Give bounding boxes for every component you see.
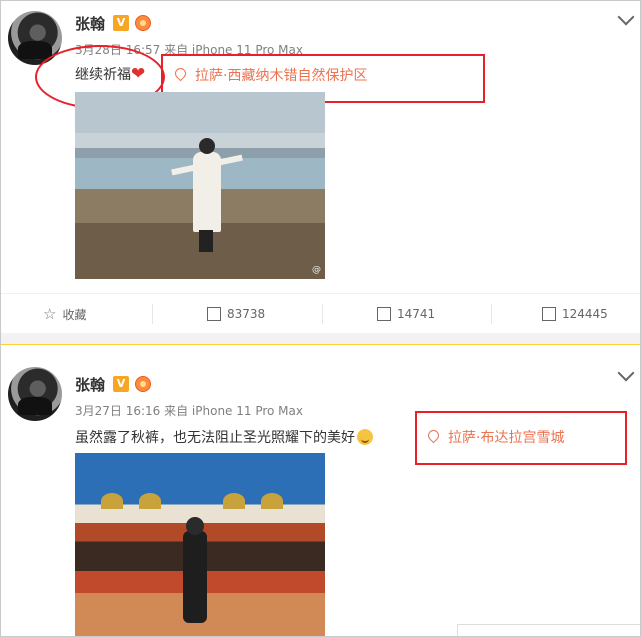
- post-image[interactable]: @: [75, 92, 325, 279]
- user-name[interactable]: 张翰: [75, 374, 105, 395]
- action-bar: ☆ 收藏 83738 14741 124445: [1, 293, 640, 334]
- favorite-button[interactable]: ☆ 收藏: [43, 294, 86, 334]
- member-badge-icon: [135, 376, 151, 392]
- post-meta[interactable]: 3月27日 16:16 来自 iPhone 11 Pro Max: [75, 402, 303, 419]
- star-icon: ☆: [43, 305, 57, 323]
- repost-button[interactable]: 83738: [207, 294, 265, 334]
- repost-icon: [207, 307, 221, 321]
- post-text: 虽然露了秋裤，也无法阻止圣光照耀下的美好: [75, 427, 373, 447]
- weibo-post: 张翰 V 3月28日 16:57 来自 iPhone 11 Pro Max 继续…: [1, 1, 640, 333]
- repost-count: 83738: [227, 307, 266, 321]
- verified-badge-icon: V: [113, 376, 129, 392]
- user-name[interactable]: 张翰: [75, 13, 105, 34]
- verified-badge-icon: V: [113, 15, 129, 31]
- comment-button[interactable]: 14741: [377, 294, 435, 334]
- post-image[interactable]: [75, 453, 325, 636]
- chevron-down-icon[interactable]: [617, 364, 635, 382]
- image-watermark: @: [312, 265, 321, 275]
- comment-count: 14741: [397, 307, 436, 321]
- weibo-feed: 张翰 V 3月28日 16:57 来自 iPhone 11 Pro Max 继续…: [0, 0, 641, 637]
- chevron-down-icon[interactable]: [617, 8, 635, 26]
- like-count: 124445: [562, 307, 608, 321]
- highlight-box: [415, 411, 627, 465]
- member-badge-icon: [135, 15, 151, 31]
- avatar[interactable]: [8, 367, 62, 421]
- comment-icon: [377, 307, 391, 321]
- post-text-content: 虽然露了秋裤，也无法阻止圣光照耀下的美好: [75, 430, 355, 446]
- favorite-label: 收藏: [62, 308, 87, 322]
- smile-emoji-icon: [357, 429, 373, 445]
- like-icon: [542, 307, 556, 321]
- like-button[interactable]: 124445: [542, 294, 608, 334]
- overlay-panel: [457, 624, 640, 636]
- weibo-post: 张翰 V 3月27日 16:16 来自 iPhone 11 Pro Max 虽然…: [1, 345, 640, 636]
